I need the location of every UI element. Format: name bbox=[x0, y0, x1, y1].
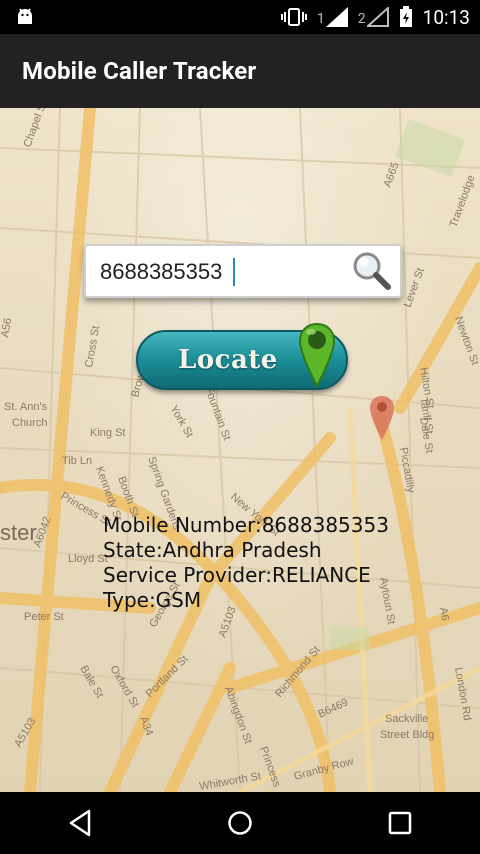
result-state: State:Andhra Pradesh bbox=[103, 538, 322, 562]
svg-text:B6469: B6469 bbox=[316, 696, 350, 720]
svg-text:Tib Ln: Tib Ln bbox=[62, 455, 92, 467]
result-mobile-number: Mobile Number:8688385353 bbox=[103, 513, 389, 537]
svg-text:York St: York St bbox=[167, 404, 195, 440]
svg-text:Sackville: Sackville bbox=[385, 713, 428, 725]
battery-icon bbox=[399, 6, 412, 27]
svg-text:A6: A6 bbox=[437, 606, 451, 621]
android-debug-icon bbox=[18, 8, 32, 24]
nav-home-button[interactable] bbox=[210, 793, 270, 853]
svg-text:Peter St: Peter St bbox=[24, 611, 64, 623]
svg-text:ster: ster bbox=[0, 520, 37, 545]
svg-text:Abingdon St: Abingdon St bbox=[222, 685, 254, 745]
phone-number-search-box[interactable] bbox=[84, 244, 402, 298]
phone-number-input[interactable] bbox=[98, 254, 352, 290]
svg-text:King St: King St bbox=[90, 427, 125, 439]
vibrate-icon bbox=[280, 8, 307, 26]
svg-text:Bale St: Bale St bbox=[77, 664, 105, 701]
svg-text:Newton St: Newton St bbox=[452, 315, 480, 367]
svg-text:St. Ann's: St. Ann's bbox=[4, 401, 48, 413]
street-map: Chapel St A56 St. Ann's Church King St T… bbox=[0, 108, 480, 792]
back-icon bbox=[69, 809, 91, 837]
sim1-label: 1 bbox=[316, 11, 325, 27]
svg-text:A56: A56 bbox=[0, 317, 14, 338]
svg-text:Whitworth St: Whitworth St bbox=[198, 770, 261, 792]
app-title: Mobile Caller Tracker bbox=[22, 57, 257, 85]
svg-text:Cross St: Cross St bbox=[83, 325, 102, 369]
navigation-bar bbox=[0, 792, 480, 854]
svg-text:Street Bldg: Street Bldg bbox=[380, 729, 434, 741]
signal-icon bbox=[366, 7, 389, 27]
recent-apps-icon bbox=[388, 811, 412, 835]
status-bar: 1 2 10:13 bbox=[0, 0, 480, 34]
nav-back-button[interactable] bbox=[50, 793, 110, 853]
result-type: Type:GSM bbox=[103, 588, 202, 612]
svg-text:Fountain St: Fountain St bbox=[202, 385, 233, 442]
status-time: 10:13 bbox=[422, 5, 470, 29]
map-background: Chapel St A56 St. Ann's Church King St T… bbox=[0, 108, 480, 792]
sim2-label: 2 bbox=[357, 11, 366, 27]
app-bar: Mobile Caller Tracker bbox=[0, 34, 480, 108]
svg-text:Lloyd St: Lloyd St bbox=[68, 553, 108, 565]
nav-recent-apps-button[interactable] bbox=[370, 793, 430, 853]
text-cursor bbox=[233, 258, 235, 286]
map-pin-icon bbox=[298, 322, 336, 388]
result-info: Mobile Number:8688385353 State:Andhra Pr… bbox=[103, 513, 389, 613]
svg-text:Travelodge: Travelodge bbox=[448, 174, 478, 229]
result-service-provider: Service Provider:RELIANCE bbox=[103, 563, 371, 587]
locate-button-label: Locate bbox=[178, 345, 278, 375]
home-icon bbox=[228, 811, 252, 835]
search-icon[interactable] bbox=[350, 249, 394, 293]
signal-icon bbox=[325, 7, 348, 27]
svg-text:Church: Church bbox=[12, 417, 47, 429]
location-marker-icon bbox=[370, 396, 394, 440]
svg-text:Chapel St: Chapel St bbox=[22, 108, 50, 149]
